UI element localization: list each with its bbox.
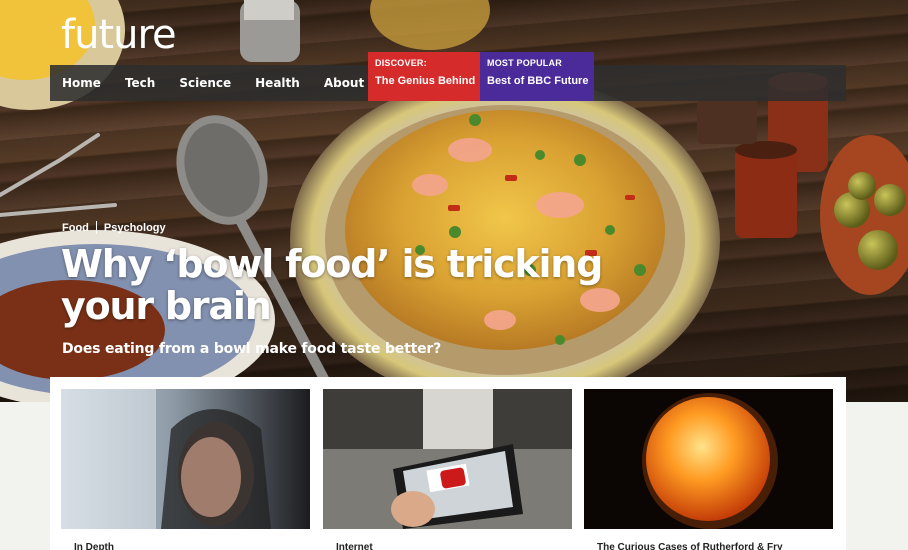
article-headline[interactable]: Why ‘bowl food’ is tricking your brain xyxy=(61,243,681,327)
nav-item-health[interactable]: Health xyxy=(243,65,312,101)
nav-item-tech[interactable]: Tech xyxy=(113,65,167,101)
story-card-in-depth[interactable]: In Depth xyxy=(61,389,310,550)
card-label-curious-cases: The Curious Cases of Rutherford & Fry xyxy=(597,542,783,550)
card-image-woman-window xyxy=(61,389,310,529)
promo-most-popular[interactable]: MOST POPULAR Best of BBC Future xyxy=(480,52,594,101)
article-tags: Food Psychology xyxy=(62,221,166,234)
tag-food[interactable]: Food xyxy=(62,222,89,234)
story-card-curious-cases[interactable]: The Curious Cases of Rutherford & Fry xyxy=(584,389,833,550)
nav-item-science[interactable]: Science xyxy=(167,65,243,101)
story-cards: In Depth Internet The Curious Cases of R… xyxy=(50,377,846,550)
promo-popular-kicker: MOST POPULAR xyxy=(487,58,562,68)
story-card-internet[interactable]: Internet xyxy=(323,389,572,550)
card-label-in-depth: In Depth xyxy=(74,542,114,550)
card-label-internet: Internet xyxy=(336,542,373,550)
site-logo[interactable]: future xyxy=(61,12,177,58)
promo-discover[interactable]: DISCOVER: The Genius Behind xyxy=(368,52,480,101)
promo-discover-kicker: DISCOVER: xyxy=(375,58,427,68)
hero-banner[interactable]: future Home Tech Science Health About us… xyxy=(0,0,908,402)
promo-discover-title: The Genius Behind xyxy=(375,75,476,87)
tag-divider xyxy=(95,221,97,234)
promo-popular-title: Best of BBC Future xyxy=(487,75,589,87)
card-image-sun xyxy=(584,389,833,529)
article-subhead: Does eating from a bowl make food taste … xyxy=(62,341,441,357)
nav-item-home[interactable]: Home xyxy=(50,65,113,101)
tag-psychology[interactable]: Psychology xyxy=(104,222,166,234)
card-image-laptop-youtube xyxy=(323,389,572,529)
